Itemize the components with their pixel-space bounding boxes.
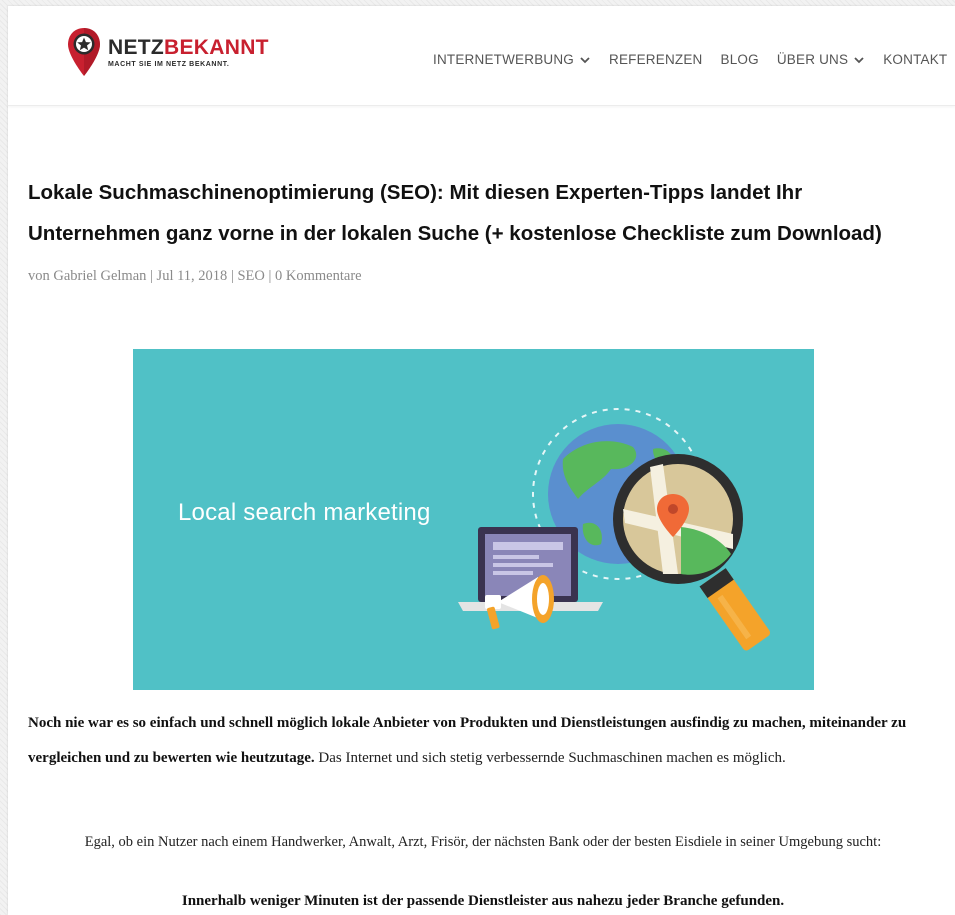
meta-prefix: von <box>28 268 50 284</box>
intro-paragraph-rest: Das Internet und sich stetig verbessernd… <box>314 750 786 766</box>
logo-name-part2: BEKANNT <box>164 35 269 59</box>
chevron-down-icon <box>580 56 590 63</box>
author-link[interactable]: Gabriel Gelman <box>53 268 146 284</box>
category-link[interactable]: SEO <box>237 268 264 284</box>
publish-date: Jul 11, 2018 <box>156 268 228 284</box>
article-title-line1: Lokale Suchmaschinenoptimierung (SEO): M… <box>28 181 803 204</box>
nav-item-label: REFERENZEN <box>609 52 703 67</box>
chevron-down-icon <box>854 56 864 63</box>
site-header: NETZBEKANNT MACHT SIE IM NETZ BEKANNT. I… <box>8 6 955 106</box>
nav-item-label: BLOG <box>720 52 759 67</box>
highlight-paragraph: Innerhalb weniger Minuten ist der passen… <box>181 893 785 909</box>
logo-text: NETZBEKANNT MACHT SIE IM NETZ BEKANNT. <box>108 35 269 68</box>
logo-name-part1: NETZ <box>108 35 165 59</box>
nav-item-label: INTERNETWERBUNG <box>433 52 574 67</box>
meta-separator: | <box>230 268 234 284</box>
page: NETZBEKANNT MACHT SIE IM NETZ BEKANNT. I… <box>8 6 955 915</box>
nav-item-blog[interactable]: BLOG <box>721 52 759 67</box>
centered-paragraph: Egal, ob ein Nutzer nach einem Handwerke… <box>84 834 882 850</box>
meta-separator: | <box>150 268 153 284</box>
hero-image: Local search marketing <box>133 349 814 690</box>
main-nav: INTERNETWERBUNG REFERENZEN BLOG ÜBER UNS… <box>433 52 947 67</box>
logo-slogan: MACHT SIE IM NETZ BEKANNT. <box>108 60 230 68</box>
nav-item-label: ÜBER UNS <box>776 52 849 67</box>
article-meta: von Gabriel Gelman | Jul 11, 2018 | SEO … <box>28 268 362 285</box>
magnifier-icon <box>613 454 771 651</box>
nav-item-label: KONTAKT <box>883 52 948 67</box>
nav-item-internetwerbung[interactable]: INTERNETWERBUNG <box>433 52 591 67</box>
article-title: Lokale Suchmaschinenoptimierung (SEO): M… <box>28 172 928 254</box>
nav-item-referenzen[interactable]: REFERENZEN <box>609 52 703 67</box>
hero-illustration <box>458 408 771 651</box>
intro-paragraph: Noch nie war es so einfach und schnell m… <box>28 706 933 776</box>
article-title-line2: Unternehmen ganz vorne in der lokalen Su… <box>28 222 882 245</box>
nav-item-ueber-uns[interactable]: ÜBER UNS <box>777 52 865 67</box>
site-logo[interactable]: NETZBEKANNT MACHT SIE IM NETZ BEKANNT. <box>66 26 269 78</box>
logo-name: NETZBEKANNT <box>108 35 269 59</box>
nav-item-kontakt[interactable]: KONTAKT <box>883 52 947 67</box>
meta-separator: | <box>268 268 272 284</box>
comments-link[interactable]: 0 Kommentare <box>275 268 362 284</box>
map-pin-star-icon <box>68 28 100 76</box>
